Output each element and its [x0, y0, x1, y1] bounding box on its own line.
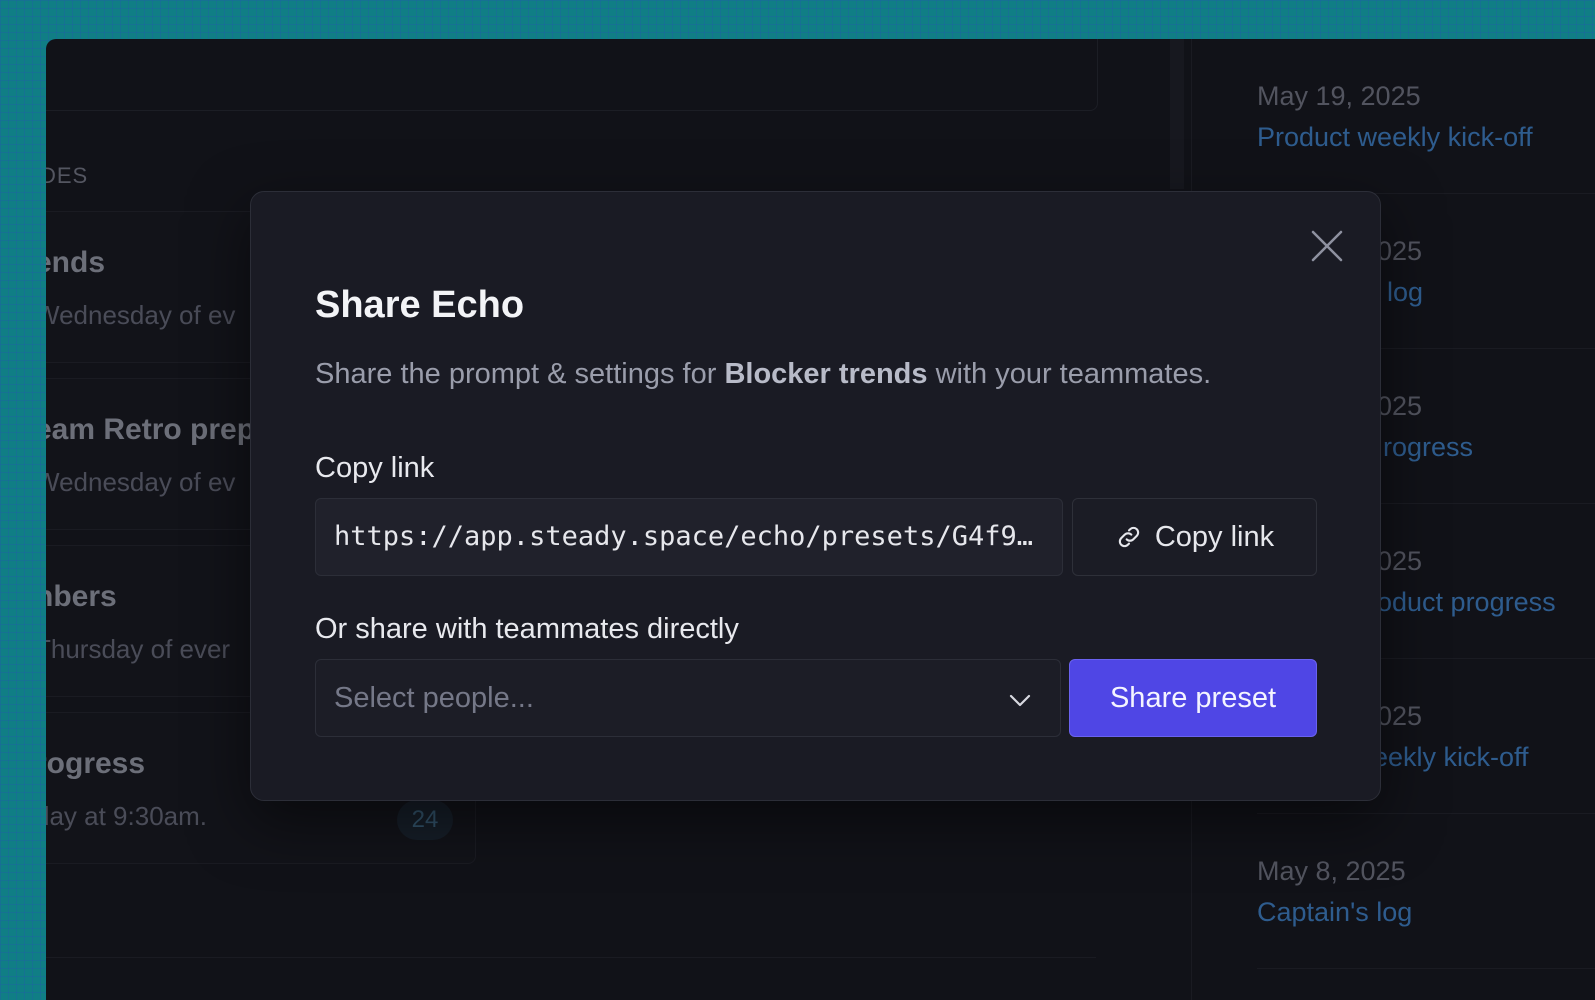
- modal-title: Share Echo: [315, 284, 525, 326]
- people-select-placeholder: Select people...: [334, 682, 534, 714]
- people-select[interactable]: Select people...: [315, 659, 1061, 737]
- list-item-subtitle: Thursday of ever: [46, 634, 231, 664]
- entry-link[interactable]: log: [1387, 277, 1423, 308]
- desc-prefix: Share the prompt & settings for: [315, 358, 725, 390]
- divider: [46, 957, 1096, 958]
- list-item-title: eam Retro prep: [46, 413, 256, 446]
- share-direct-label: Or share with teammates directly: [315, 613, 739, 645]
- close-icon: [1311, 230, 1343, 262]
- entry-date: May 8, 2025: [1257, 856, 1406, 886]
- close-button[interactable]: [1307, 226, 1347, 266]
- entry-link[interactable]: Product weekly kick-off: [1257, 122, 1533, 153]
- list-item-title: ends: [46, 246, 106, 279]
- top-card: [46, 39, 1098, 111]
- entry-date: 025: [1377, 546, 1423, 576]
- count-badge: 24: [397, 800, 453, 840]
- modal-description: Share the prompt & settings for Blocker …: [315, 358, 1211, 391]
- entry-date: 025: [1377, 236, 1423, 266]
- copy-link-button[interactable]: Copy link: [1072, 498, 1317, 576]
- list-item-title: nbers: [46, 580, 117, 613]
- link-icon: [1118, 526, 1140, 548]
- chevron-down-icon: [1009, 694, 1031, 707]
- list-item-subtitle: Wednesday of ev: [46, 467, 236, 497]
- copy-link-label: Copy link: [315, 452, 435, 484]
- copy-link-button-label: Copy link: [1154, 520, 1275, 553]
- desc-suffix: with your teammates.: [927, 358, 1212, 390]
- share-link-field[interactable]: https://app.steady.space/echo/presets/G4…: [315, 498, 1063, 576]
- entry-link[interactable]: rogress: [1383, 432, 1473, 463]
- entry-date: 025: [1377, 391, 1423, 421]
- entry-link[interactable]: Captain's log: [1257, 897, 1412, 928]
- entry-link[interactable]: eekly kick-off: [1373, 742, 1529, 773]
- entry-link[interactable]: oduct progress: [1377, 587, 1556, 618]
- preset-name: Blocker trends: [724, 358, 928, 390]
- share-preset-button[interactable]: Share preset: [1069, 659, 1317, 737]
- list-item-title: rogress: [46, 747, 146, 780]
- share-modal: Share Echo Share the prompt & settings f…: [250, 191, 1381, 801]
- section-label: DES: [46, 163, 89, 188]
- list-item-subtitle: Wednesday of ev: [46, 300, 236, 330]
- list-item-subtitle: day at 9:30am.: [46, 801, 207, 831]
- entry-date: 025: [1377, 701, 1423, 731]
- history-entry[interactable]: May 19, 2025 Product weekly kick-off: [1257, 39, 1595, 194]
- scrollbar[interactable]: [1170, 39, 1184, 189]
- entry-date: May 19, 2025: [1257, 81, 1421, 111]
- history-entry[interactable]: May 8, 2025 Captain's log: [1257, 814, 1595, 969]
